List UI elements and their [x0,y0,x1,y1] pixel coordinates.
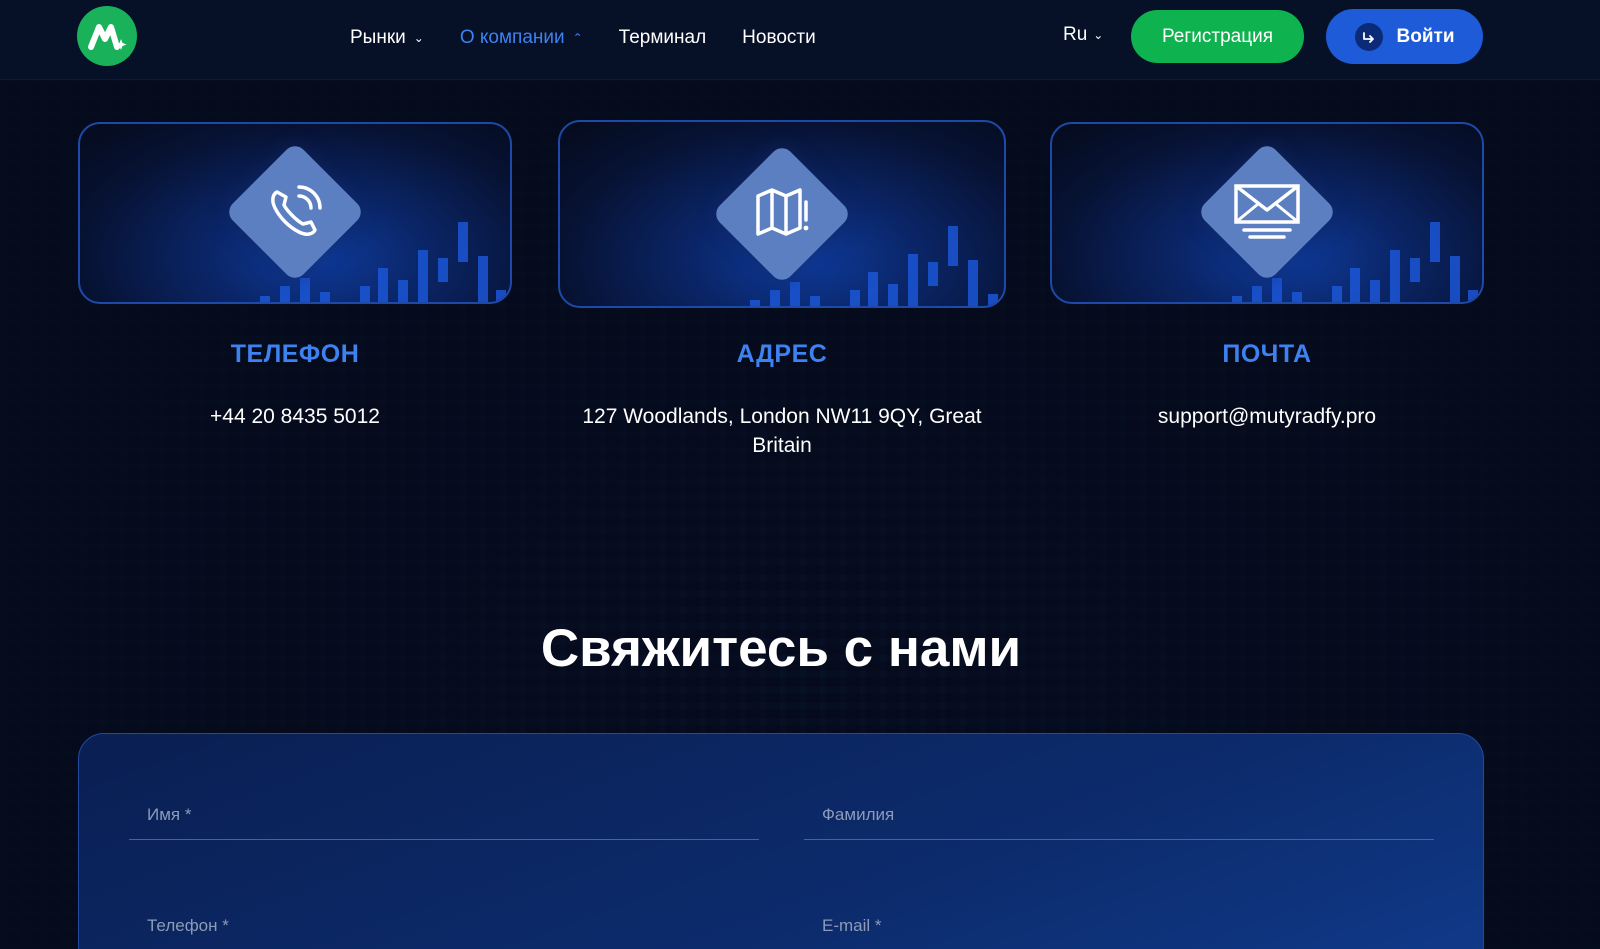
first-name-field[interactable] [129,790,759,840]
nav-item-label: Рынки [350,27,406,48]
chevron-down-icon: ⌄ [1093,28,1104,42]
phone-field[interactable] [129,901,759,949]
chevron-down-icon: ⌄ [413,31,424,45]
language-label: Ru [1063,24,1088,45]
nav-item-terminal[interactable]: Терминал [619,24,707,52]
phone-input[interactable] [129,901,759,949]
login-button-label: Войти [1396,25,1455,47]
contact-value-phone[interactable]: +44 20 8435 5012 [78,402,512,431]
nav-item-about[interactable]: О компании ⌃ [460,24,583,52]
main-nav: Рынки ⌄ О компании ⌃ Терминал Новости [350,24,816,52]
mail-icon [1232,177,1302,247]
nav-item-markets[interactable]: Рынки ⌄ [350,24,424,52]
language-selector[interactable]: Ru ⌄ [1063,24,1103,46]
site-header: Рынки ⌄ О компании ⌃ Терминал Новости Ru… [0,0,1600,80]
contact-value-mail[interactable]: support@mutyradfy.pro [1050,402,1484,431]
brand-logo-icon[interactable] [77,6,137,66]
login-button[interactable]: Войти [1326,9,1483,64]
contact-card-phone [78,122,512,304]
nav-item-label: Новости [742,27,816,48]
chevron-up-icon: ⌃ [572,31,583,45]
contact-title-mail: ПОЧТА [1222,340,1312,368]
contact-title-address: АДРЕС [736,340,828,368]
nav-item-label: Терминал [618,27,707,48]
email-field[interactable] [804,901,1434,949]
map-icon [747,179,817,249]
phone-icon [260,177,330,247]
contact-card-mail [1050,122,1484,304]
nav-item-label: О компании [459,27,565,48]
contact-card-address [558,120,1006,308]
register-button[interactable]: Регистрация [1131,10,1304,63]
login-arrow-icon [1354,22,1383,51]
first-name-input[interactable] [129,790,759,839]
last-name-input[interactable] [804,790,1434,839]
contact-title-phone: ТЕЛЕФОН [230,340,360,368]
nav-item-news[interactable]: Новости [742,24,816,52]
contact-section-title: Свяжитесь с нами [540,619,1022,678]
email-input[interactable] [804,901,1434,949]
register-button-label: Регистрация [1161,25,1274,47]
contact-value-address: 127 Woodlands, London NW11 9QY, Great Br… [582,405,982,457]
last-name-field[interactable] [804,790,1434,840]
contact-form [78,733,1484,949]
